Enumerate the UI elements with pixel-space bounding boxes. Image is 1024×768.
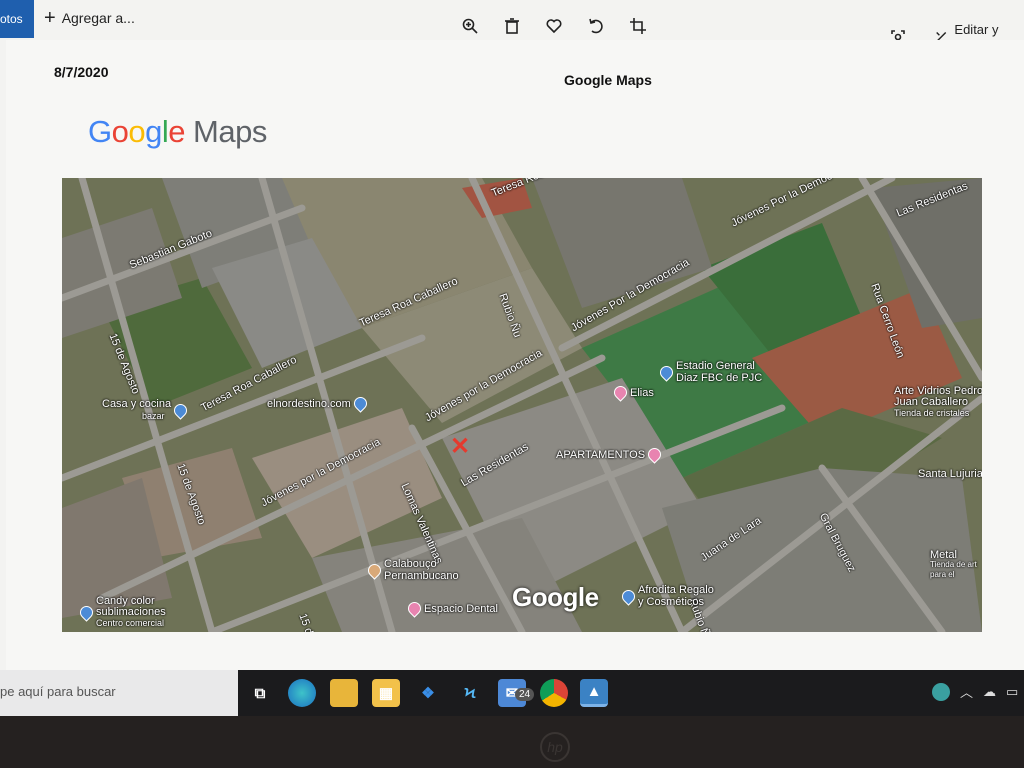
store-icon[interactable]: ▦ bbox=[372, 679, 400, 707]
poi-casa-y-cocina[interactable]: Casa y cocina bazar bbox=[102, 398, 190, 422]
chevron-up-icon[interactable]: ︿ bbox=[960, 682, 973, 701]
poi-espacio-dental[interactable]: Espacio Dental bbox=[405, 599, 498, 618]
poi-candy-color[interactable]: Candy color sublimaciones Centro comercia… bbox=[77, 595, 180, 629]
map-pin-icon bbox=[619, 586, 638, 606]
poi-afrodita[interactable]: Afrodita Regalo y Cosméticos bbox=[619, 584, 718, 608]
poi-name: elnordestino.com bbox=[267, 397, 351, 410]
poi-elias[interactable]: Elias bbox=[611, 383, 654, 402]
poi-name: Arte Vidrios Pedro Juan Caballero bbox=[894, 385, 982, 408]
heart-icon[interactable] bbox=[542, 14, 566, 38]
title-bar: otos + Agregar a... Editar y crear bbox=[0, 0, 1024, 52]
help-icon[interactable] bbox=[932, 682, 950, 701]
file-explorer-icon[interactable] bbox=[330, 679, 358, 707]
satellite-map[interactable]: ✕ Teresa Roa Caballero Teresa Roa Caball… bbox=[62, 178, 982, 632]
map-pin-icon bbox=[405, 599, 424, 618]
edge-icon[interactable] bbox=[288, 679, 316, 707]
document-title: Google Maps bbox=[564, 72, 652, 88]
poi-arte-vidrios[interactable]: Arte Vidrios Pedro Juan Caballero Tienda … bbox=[894, 386, 982, 419]
mail-badge: 24 bbox=[515, 688, 535, 701]
zoom-in-icon[interactable] bbox=[458, 14, 482, 38]
print-date: 8/7/2020 bbox=[54, 64, 109, 80]
rotate-icon[interactable] bbox=[584, 14, 608, 38]
monitor-bezel bbox=[0, 716, 1024, 768]
poi-name: APARTAMENTOS bbox=[556, 448, 646, 461]
map-pin-icon bbox=[77, 603, 96, 622]
dropbox-icon[interactable]: ❖ bbox=[414, 679, 442, 707]
map-pin-icon bbox=[351, 394, 370, 413]
poi-metal[interactable]: Metal Tienda de art para el bbox=[930, 550, 982, 580]
battery-icon[interactable]: ▭ bbox=[1006, 684, 1018, 700]
google-maps-logo: Google Maps bbox=[88, 114, 267, 149]
photos-icon[interactable]: ▲ bbox=[580, 679, 608, 707]
poi-apartamentos[interactable]: APARTAMENTOS bbox=[556, 445, 664, 464]
google-watermark: Google bbox=[512, 582, 599, 612]
map-pin-icon bbox=[611, 383, 630, 402]
poi-name: Candy color sublimaciones bbox=[96, 595, 166, 618]
add-to-label: Agregar a... bbox=[61, 10, 135, 26]
app-tab-label: otos bbox=[0, 12, 23, 26]
map-pin-icon bbox=[657, 362, 676, 382]
app-tab[interactable]: otos bbox=[0, 0, 34, 38]
crop-icon[interactable] bbox=[626, 14, 650, 38]
map-pin-icon bbox=[365, 560, 384, 580]
poi-name: Casa y cocina bbox=[102, 398, 172, 410]
poi-name: Espacio Dental bbox=[424, 602, 498, 615]
photos-window: otos + Agregar a... Editar y crear 8/7/2… bbox=[0, 0, 1024, 690]
poi-name: Elias bbox=[630, 386, 654, 399]
add-to-button[interactable]: + Agregar a... bbox=[44, 7, 135, 29]
poi-name: Calabouço Pernambucano bbox=[384, 558, 459, 582]
poi-name: Estadio General Diaz FBC de PJC bbox=[676, 360, 763, 384]
taskbar-search-box[interactable]: pe aquí para buscar bbox=[0, 670, 238, 716]
poi-name: Santa Lujuria bbox=[918, 468, 982, 480]
poi-category: bazar bbox=[142, 411, 165, 421]
poi-category: Centro comercial bbox=[96, 618, 165, 628]
poi-estadio[interactable]: Estadio General Diaz FBC de PJC bbox=[657, 360, 776, 384]
plus-icon: + bbox=[44, 7, 56, 29]
search-placeholder: pe aquí para buscar bbox=[0, 684, 116, 699]
map-pin-icon bbox=[171, 400, 190, 420]
map-pin-icon bbox=[645, 445, 664, 464]
poi-calabouco[interactable]: Calabouço Pernambucano bbox=[365, 558, 464, 582]
hp-logo: hp bbox=[540, 732, 570, 762]
poi-name: Afrodita Regalo y Cosméticos bbox=[638, 584, 714, 608]
printed-page: 8/7/2020 Google Maps Google Maps ✕ Teres… bbox=[6, 40, 1024, 685]
chrome-icon[interactable] bbox=[540, 679, 568, 707]
poi-elnordestino[interactable]: elnordestino.com bbox=[267, 394, 370, 413]
poi-name: Metal bbox=[930, 549, 957, 561]
location-x-marker: ✕ bbox=[450, 433, 471, 460]
task-view-icon[interactable]: ⧉ bbox=[246, 679, 274, 707]
windows-taskbar: pe aquí para buscar ⧉ ▦ ❖ Ϟ ✉ 24 ▲ ︿ ☁ ▭ bbox=[0, 670, 1024, 716]
delete-icon[interactable] bbox=[500, 14, 524, 38]
cloud-icon[interactable]: ☁ bbox=[983, 684, 996, 700]
poi-santa-lujuria[interactable]: Santa Lujuria bbox=[918, 468, 982, 480]
poi-category: Tienda de art para el bbox=[930, 560, 977, 579]
app-s-icon[interactable]: Ϟ bbox=[456, 679, 484, 707]
system-tray: ︿ ☁ ▭ bbox=[932, 682, 1018, 701]
poi-category: Tienda de cristales bbox=[894, 408, 970, 418]
